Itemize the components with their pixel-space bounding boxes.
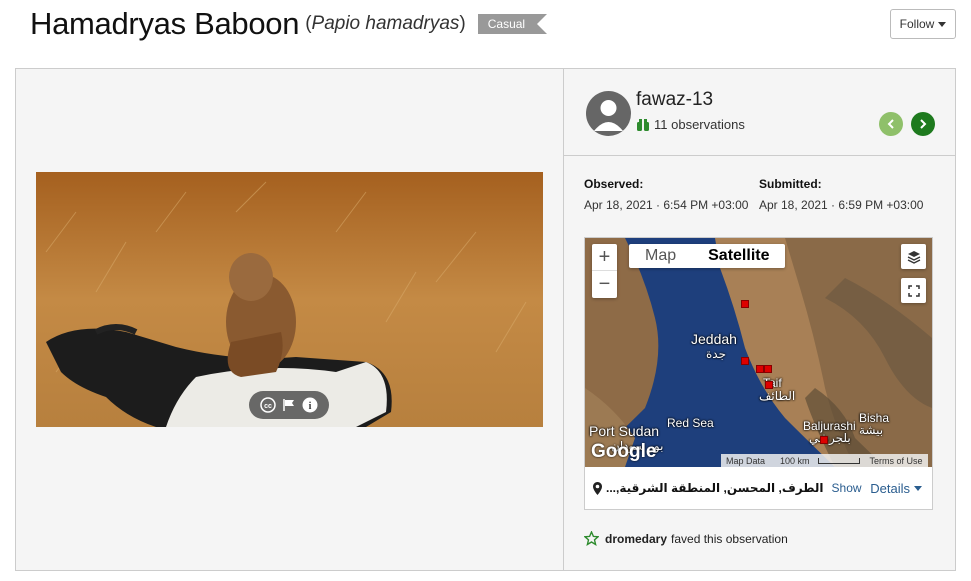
zoom-controls: + −	[592, 244, 617, 298]
taxon-common-name[interactable]: Hamadryas Baboon	[30, 6, 300, 42]
details-dropdown[interactable]: Details	[870, 481, 922, 496]
map-marker[interactable]	[764, 365, 772, 373]
observation-sidebar: fawaz-13 11 observations Observed: Apr 1…	[563, 69, 956, 570]
chevron-down-icon	[938, 21, 947, 27]
map-scale: 100 km	[770, 456, 865, 466]
submitted-date: Submitted: Apr 18, 2021 · 6:59 PM +03:00	[759, 177, 923, 212]
map-label-port-sudan: Port Sudan	[589, 423, 660, 439]
star-icon[interactable]	[584, 531, 599, 546]
map-label-jeddah: Jeddah	[691, 331, 737, 347]
location-pin-icon	[593, 481, 602, 495]
flag-icon[interactable]	[280, 396, 298, 414]
map-marker[interactable]	[820, 436, 828, 444]
map-type-satellite[interactable]: Satellite	[692, 244, 785, 268]
details-label: Details	[870, 480, 910, 496]
observation-photo[interactable]: cc i	[36, 172, 543, 427]
faved-by-user[interactable]: dromedary	[605, 532, 667, 546]
observation-count[interactable]: 11 observations	[636, 117, 745, 132]
map-marker[interactable]	[756, 365, 764, 373]
map-label-taif-ar: الطائف	[759, 389, 796, 403]
cc-glyph: cc	[259, 397, 276, 413]
flag-glyph	[283, 399, 294, 411]
layers-button[interactable]	[901, 244, 926, 269]
map-marker[interactable]	[741, 300, 749, 308]
map-attribution: Map Data 100 km Terms of Use	[721, 454, 928, 467]
scale-bar	[817, 458, 860, 465]
follow-label: Follow	[899, 17, 935, 31]
observer-info: fawaz-13 11 observations	[564, 69, 956, 156]
fave-notice: dromedary faved this observation	[584, 531, 788, 546]
info-glyph: i	[302, 397, 318, 413]
submitted-value: Apr 18, 2021 · 6:59 PM +03:00	[759, 198, 924, 212]
info-icon[interactable]: i	[301, 396, 319, 414]
photo-pane: cc i	[16, 69, 563, 570]
observer-username[interactable]: fawaz-13	[636, 89, 713, 111]
photo-controls: cc i	[249, 391, 329, 419]
chevron-left-icon	[887, 119, 894, 129]
terms-of-use-link[interactable]: Terms of Use	[865, 456, 928, 466]
fullscreen-icon	[907, 284, 920, 297]
zoom-out-button[interactable]: −	[592, 271, 617, 298]
map-type-toggle: Map Satellite	[629, 244, 786, 268]
previous-observation-button[interactable]	[879, 112, 903, 136]
observed-label: Observed:	[584, 177, 644, 191]
map-data-link[interactable]: Map Data	[721, 456, 770, 466]
scientific-name-text: Papio hamadryas	[311, 13, 460, 34]
avatar[interactable]	[586, 91, 631, 136]
location-map: + − Map Satellite Jeddah جدة Taif الطائف…	[584, 237, 933, 510]
map-marker[interactable]	[741, 357, 749, 365]
chevron-right-icon	[920, 119, 927, 129]
map-canvas[interactable]: + − Map Satellite Jeddah جدة Taif الطائف…	[585, 238, 932, 467]
observation-count-text: 11 observations	[654, 117, 745, 132]
map-marker[interactable]	[765, 381, 773, 389]
map-label-jeddah-ar: جدة	[706, 347, 727, 361]
observation-panel: cc i fawaz-13 11 observations Observed: …	[15, 68, 956, 571]
cc-text: cc	[264, 403, 272, 410]
binoculars-icon	[637, 118, 649, 131]
observed-value: Apr 18, 2021 · 6:54 PM +03:00	[584, 198, 749, 212]
layers-icon	[907, 250, 920, 264]
map-type-map[interactable]: Map	[629, 244, 692, 268]
zoom-in-button[interactable]: +	[592, 244, 617, 271]
quality-grade-badge: Casual	[477, 14, 548, 34]
taxon-scientific-name[interactable]: (Papio hamadryas)	[305, 13, 466, 35]
info-text: i	[309, 401, 312, 412]
next-observation-button[interactable]	[911, 112, 935, 136]
cc-license-icon[interactable]: cc	[259, 396, 277, 414]
photo-illustration	[36, 172, 543, 427]
follow-button[interactable]: Follow	[890, 9, 956, 39]
user-silhouette-icon	[594, 100, 623, 131]
page-header: Hamadryas Baboon (Papio hamadryas) Casua…	[0, 0, 971, 60]
map-label-baljurashi-ar: بلجرشي	[809, 431, 851, 445]
sci-close-paren: )	[459, 13, 466, 34]
chevron-down-icon	[914, 485, 922, 491]
fave-text: faved this observation	[671, 531, 788, 546]
google-logo: Google	[591, 441, 657, 462]
fullscreen-button[interactable]	[901, 278, 926, 303]
map-label-bisha-ar: بيشة	[859, 423, 884, 437]
observed-date: Observed: Apr 18, 2021 · 6:54 PM +03:00	[584, 177, 748, 212]
submitted-label: Submitted:	[759, 177, 822, 191]
show-location-link[interactable]: Show	[832, 481, 862, 495]
title-row: Hamadryas Baboon (Papio hamadryas) Casua…	[30, 6, 548, 42]
map-label-red-sea: Red Sea	[667, 416, 714, 430]
place-name: ...,الطرف, المحسن, المنطقة الشرقية	[606, 481, 824, 495]
map-scale-text: 100 km	[780, 455, 810, 466]
map-footer: ...,الطرف, المحسن, المنطقة الشرقية Show …	[585, 467, 932, 509]
